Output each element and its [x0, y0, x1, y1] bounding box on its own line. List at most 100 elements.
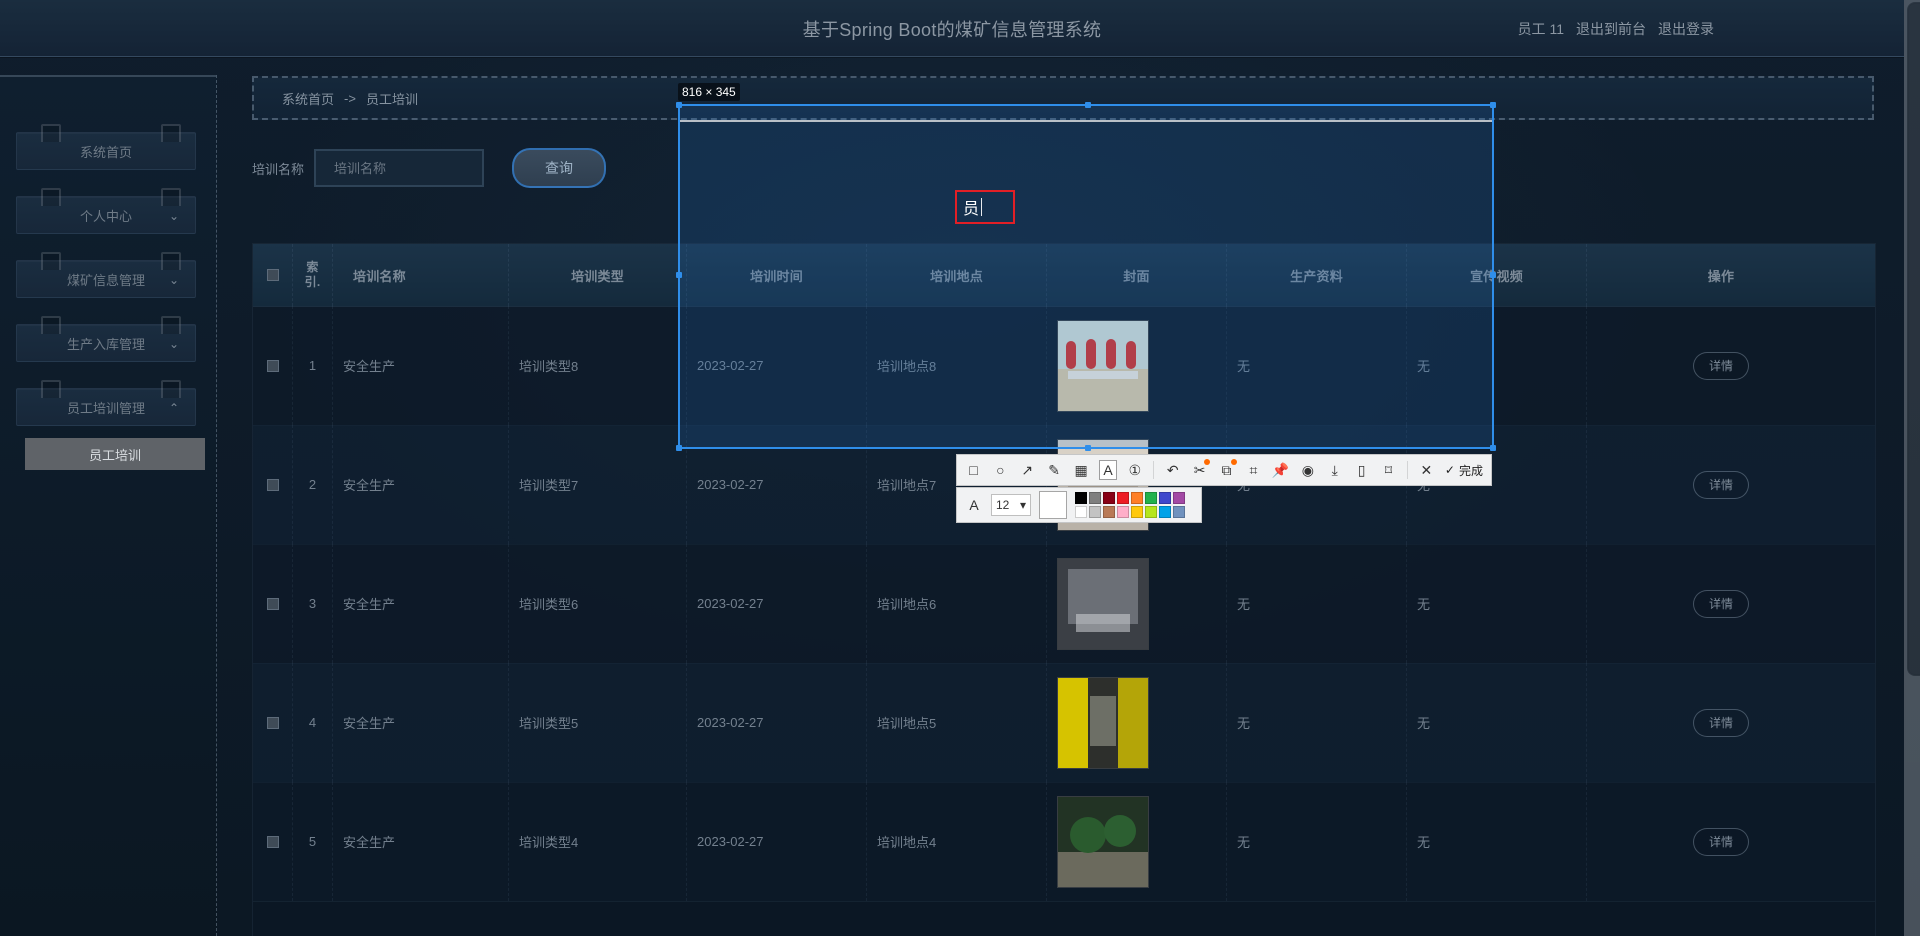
chevron-down-icon: ⌄: [168, 273, 179, 287]
sidebar-tab-left: [41, 188, 61, 206]
details-button[interactable]: 详情: [1693, 589, 1749, 618]
color-swatch[interactable]: [1089, 492, 1101, 504]
cover-image: [1057, 557, 1149, 650]
row-actions: 详情: [1587, 306, 1855, 425]
cover-image-graphic: [1058, 677, 1148, 768]
cover-image: [1057, 676, 1149, 769]
color-swatch[interactable]: [1145, 506, 1157, 518]
header-select: [253, 244, 293, 306]
color-swatch[interactable]: [1131, 506, 1143, 518]
row-checkbox[interactable]: [266, 359, 279, 372]
ellipse-icon[interactable]: ○: [992, 461, 1009, 479]
logout-link[interactable]: 退出登录: [1658, 19, 1714, 39]
details-button[interactable]: 详情: [1693, 827, 1749, 856]
details-button[interactable]: 详情: [1693, 470, 1749, 499]
row-checkbox[interactable]: [266, 597, 279, 610]
color-swatch[interactable]: [1131, 492, 1143, 504]
font-size-value: 12: [996, 498, 1010, 512]
sidebar-item-coal-info[interactable]: 煤矿信息管理 ⌄: [16, 252, 196, 298]
sidebar: 系统首页 个人中心 ⌄ 煤矿信息管理 ⌄ 生产入库管理 ⌄ 员工培训管理 ⌃ 员…: [0, 75, 217, 936]
row-training-type: 培训类型5: [509, 663, 687, 782]
header-index-line1: 索: [306, 260, 319, 274]
phone-icon[interactable]: ▯: [1353, 461, 1370, 479]
selected-color[interactable]: [1039, 491, 1067, 519]
cover-image-graphic: [1058, 796, 1148, 887]
table-row: 3 安全生产 培训类型6 2023-02-27 培训地点6 无 无 详情: [253, 544, 1875, 664]
row-training-time: 2023-02-27: [687, 306, 867, 425]
training-name-label: 培训名称: [252, 161, 305, 177]
done-label: 完成: [1458, 463, 1483, 478]
chevron-down-icon: ⌄: [168, 337, 179, 351]
row-training-name: 安全生产: [333, 663, 509, 782]
color-swatch[interactable]: [1075, 506, 1087, 518]
cut-icon[interactable]: ✂: [1191, 459, 1211, 479]
sidebar-subitem-training[interactable]: 员工培训: [25, 438, 205, 470]
pin-icon[interactable]: 📌: [1272, 461, 1289, 479]
search-button[interactable]: 查询: [512, 148, 606, 188]
row-training-time: 2023-02-27: [687, 544, 867, 663]
row-materials: 无: [1227, 782, 1407, 901]
row-select: [253, 544, 293, 663]
sidebar-item-label: 个人中心: [79, 208, 132, 224]
row-actions: 详情: [1587, 425, 1855, 544]
breadcrumb-home[interactable]: 系统首页: [282, 89, 334, 108]
page-scrollbar[interactable]: [1904, 0, 1920, 936]
sidebar-item-label: 系统首页: [79, 144, 132, 160]
details-button[interactable]: 详情: [1693, 708, 1749, 737]
number-icon[interactable]: ①: [1126, 461, 1143, 479]
check-icon: ✓: [1444, 463, 1455, 477]
row-training-type: 培训类型6: [509, 544, 687, 663]
pen-icon[interactable]: ✎: [1046, 461, 1063, 479]
font-size-select[interactable]: 12 ▾: [991, 494, 1031, 516]
training-name-input[interactable]: [314, 149, 484, 187]
row-checkbox[interactable]: [266, 835, 279, 848]
sidebar-item-label: 员工培训管理: [66, 400, 145, 416]
annotation-text-box[interactable]: 员: [955, 190, 1015, 224]
page-scrollbar-thumb[interactable]: [1907, 2, 1920, 676]
text-icon[interactable]: A: [1098, 460, 1118, 480]
header-training-location: 培训地点: [867, 244, 1047, 306]
row-checkbox[interactable]: [266, 478, 279, 491]
rectangle-icon[interactable]: □: [965, 461, 982, 479]
color-swatch[interactable]: [1159, 492, 1171, 504]
color-palette: [1075, 492, 1185, 518]
download-icon[interactable]: ⤓: [1326, 461, 1343, 479]
color-swatch[interactable]: [1103, 506, 1115, 518]
mosaic-icon[interactable]: ▦: [1073, 461, 1090, 479]
header-checkbox[interactable]: [266, 269, 279, 281]
ocr-icon[interactable]: ⌗: [1245, 461, 1262, 479]
done-button[interactable]: ✓ 完成: [1445, 462, 1483, 479]
arrow-icon[interactable]: ↗: [1019, 461, 1036, 479]
row-training-location: 培训地点5: [867, 663, 1047, 782]
translate-icon[interactable]: ⧉: [1218, 459, 1237, 479]
text-caret: [981, 198, 983, 216]
color-swatch[interactable]: [1173, 506, 1185, 518]
row-index: 2: [293, 425, 333, 544]
color-swatch[interactable]: [1103, 492, 1115, 504]
color-swatch[interactable]: [1075, 492, 1087, 504]
row-checkbox[interactable]: [266, 716, 279, 729]
row-training-time: 2023-02-27: [687, 663, 867, 782]
topbar-actions: 员工 11 退出到前台 退出登录: [1518, 19, 1714, 39]
color-swatch[interactable]: [1159, 506, 1171, 518]
to-frontend-link[interactable]: 退出到前台: [1576, 19, 1646, 39]
close-icon[interactable]: ✕: [1418, 461, 1435, 479]
sidebar-item-training[interactable]: 员工培训管理 ⌃: [16, 380, 196, 426]
cover-image-graphic: [1058, 558, 1148, 649]
details-button[interactable]: 详情: [1693, 351, 1749, 380]
sidebar-item-home[interactable]: 系统首页: [16, 124, 196, 170]
color-swatch[interactable]: [1117, 506, 1129, 518]
row-training-name: 安全生产: [333, 306, 509, 425]
undo-icon[interactable]: ↶: [1164, 461, 1181, 479]
bookmark-icon[interactable]: ⌑: [1380, 461, 1397, 479]
color-swatch[interactable]: [1117, 492, 1129, 504]
sidebar-item-profile[interactable]: 个人中心 ⌄: [16, 188, 196, 234]
color-swatch[interactable]: [1089, 506, 1101, 518]
row-video: 无: [1407, 544, 1587, 663]
row-select: [253, 663, 293, 782]
table-row: 5 安全生产 培训类型4 2023-02-27 培训地点4 无 无 详情: [253, 782, 1875, 902]
sidebar-item-production[interactable]: 生产入库管理 ⌄: [16, 316, 196, 362]
color-swatch[interactable]: [1145, 492, 1157, 504]
color-swatch[interactable]: [1173, 492, 1185, 504]
record-icon[interactable]: ◉: [1299, 461, 1316, 479]
